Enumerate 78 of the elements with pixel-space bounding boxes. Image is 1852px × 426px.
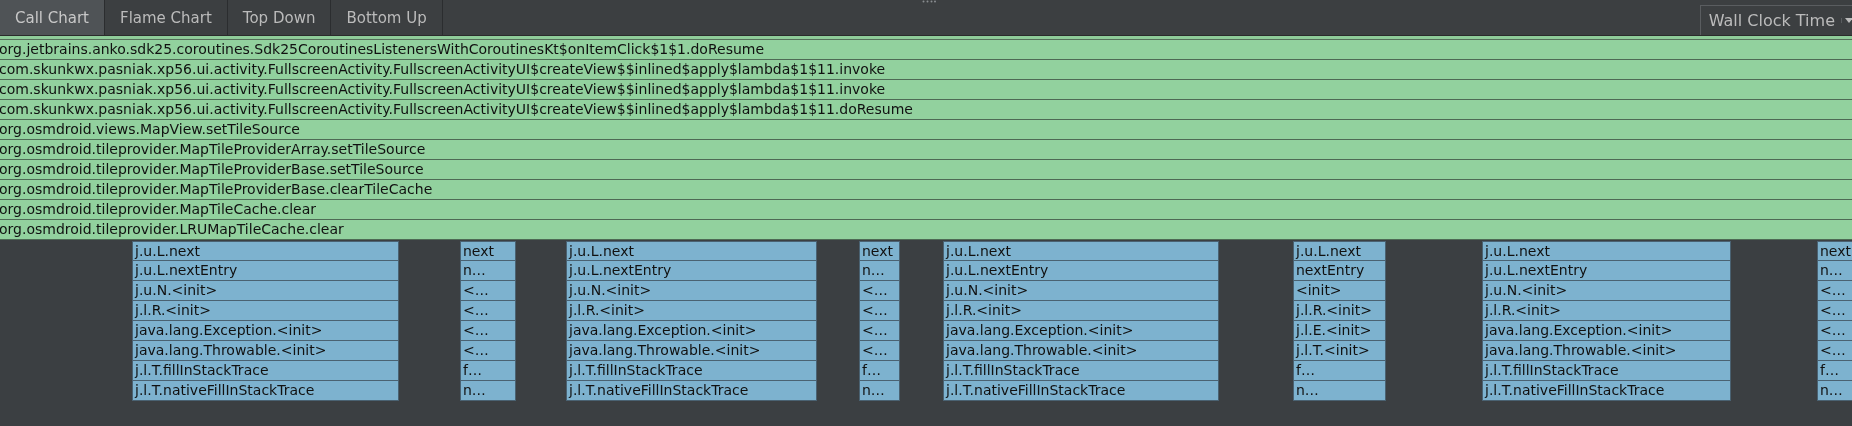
call-frame[interactable]: <… — [1817, 281, 1852, 301]
call-frame[interactable]: java.lang.Exception.<init> — [566, 321, 817, 341]
call-frame[interactable]: j.u.N.<init> — [1482, 281, 1731, 301]
call-frame[interactable]: j.u.N.<init> — [132, 281, 399, 301]
call-frame[interactable]: j.l.T.nativeFillInStackTrace — [943, 381, 1219, 401]
call-frame[interactable]: j.l.R.<init> — [1482, 301, 1731, 321]
call-frame[interactable]: <… — [460, 281, 516, 301]
call-frame[interactable]: com.skunkwx.pasniak.xp56.ui.activity.FullscreenActivity.FullscreenActivityUI$createView$$inlined$apply$lambda$1$11.invoke — [0, 60, 1852, 80]
call-frame[interactable]: java.lang.Exception.<init> — [1482, 321, 1731, 341]
call-frame[interactable]: j.u.N.<init> — [943, 281, 1219, 301]
call-frame[interactable]: org.jetbrains.anko.sdk25.coroutines.Sdk25CoroutinesListenersWithCoroutinesKt$onItemClick$1$1.doResume — [0, 40, 1852, 60]
call-frame[interactable]: <… — [460, 321, 516, 341]
call-frame[interactable]: j.u.L.next — [132, 241, 399, 261]
call-frame[interactable]: j.u.L.next — [566, 241, 817, 261]
call-frame[interactable]: n… — [460, 261, 516, 281]
call-frame[interactable]: java.lang.Throwable.<init> — [566, 341, 817, 361]
call-frame[interactable]: j.u.N.<init> — [566, 281, 817, 301]
call-frame[interactable]: org.osmdroid.tileprovider.MapTileProviderArray.setTileSource — [0, 140, 1852, 160]
grip-icon[interactable] — [922, 0, 936, 3]
call-frame[interactable]: j.u.L.nextEntry — [132, 261, 399, 281]
call-frame[interactable]: org.osmdroid.tileprovider.LRUMapTileCache.clear — [0, 220, 1852, 240]
call-frame[interactable]: j.l.R.<init> — [132, 301, 399, 321]
call-frame[interactable]: j.l.T.<init> — [1293, 341, 1386, 361]
call-frame[interactable]: f… — [460, 361, 516, 381]
call-frame[interactable]: j.u.L.nextEntry — [1482, 261, 1731, 281]
call-frame[interactable]: <… — [859, 341, 900, 361]
call-frame[interactable]: java.lang.Throwable.<init> — [943, 341, 1219, 361]
call-frame[interactable]: j.l.R.<init> — [1293, 301, 1386, 321]
call-frame[interactable]: j.l.R.<init> — [566, 301, 817, 321]
call-frame[interactable]: com.skunkwx.pasniak.xp56.ui.activity.FullscreenActivity.FullscreenActivityUI$createView$$inlined$apply$lambda$1$11.doResume — [0, 100, 1852, 120]
call-frame[interactable]: j.l.T.fillInStackTrace — [1482, 361, 1731, 381]
call-frame[interactable]: j.l.T.nativeFillInStackTrace — [1482, 381, 1731, 401]
call-frame[interactable]: <… — [1817, 321, 1852, 341]
clock-dropdown[interactable]: Wall Clock Time — [1699, 5, 1852, 35]
call-frame[interactable]: j.l.T.fillInStackTrace — [943, 361, 1219, 381]
call-frame[interactable]: j.l.R.<init> — [943, 301, 1219, 321]
call-frame[interactable]: java.lang.Throwable.<init> — [1482, 341, 1731, 361]
call-frame[interactable]: n… — [1293, 381, 1386, 401]
call-frame[interactable]: next — [460, 241, 516, 261]
call-frame[interactable]: j.l.E.<init> — [1293, 321, 1386, 341]
call-frame[interactable]: <… — [859, 321, 900, 341]
call-frame[interactable]: j.l.T.nativeFillInStackTrace — [566, 381, 817, 401]
call-frame[interactable]: <… — [1817, 341, 1852, 361]
call-frame[interactable]: com.skunkwx.pasniak.xp56.ui.activity.FullscreenActivity.FullscreenActivityUI$createView$$inlined$apply$lambda$1$11.invoke — [0, 80, 1852, 100]
call-frame[interactable]: org.osmdroid.views.MapView.setTileSource — [0, 120, 1852, 140]
call-frame[interactable]: org.osmdroid.tileprovider.MapTileProviderBase.clearTileCache — [0, 180, 1852, 200]
call-frame[interactable]: j.u.L.next — [1293, 241, 1386, 261]
call-frame[interactable]: n… — [1817, 261, 1852, 281]
call-frame[interactable]: <… — [460, 301, 516, 321]
call-frame[interactable]: java.lang.Exception.<init> — [132, 321, 399, 341]
call-frame[interactable]: java.lang.Throwable.<init> — [132, 341, 399, 361]
call-frame[interactable]: <… — [859, 301, 900, 321]
call-frame[interactable]: j.l.T.fillInStackTrace — [132, 361, 399, 381]
call-frame[interactable]: n… — [460, 381, 516, 401]
call-frame[interactable]: f… — [1817, 361, 1852, 381]
call-frame[interactable]: <… — [859, 281, 900, 301]
call-frame[interactable]: org.osmdroid.tileprovider.MapTileCache.clear — [0, 200, 1852, 220]
call-frame[interactable]: f… — [1293, 361, 1386, 381]
call-frame[interactable]: j.u.L.nextEntry — [566, 261, 817, 281]
call-frame[interactable]: n… — [859, 261, 900, 281]
call-frame[interactable]: n… — [1817, 381, 1852, 401]
call-frame[interactable]: j.u.L.nextEntry — [943, 261, 1219, 281]
call-frame[interactable]: <… — [1817, 301, 1852, 321]
call-frame[interactable]: nextEntry — [1293, 261, 1386, 281]
call-frame[interactable]: <… — [460, 341, 516, 361]
call-frame[interactable]: j.l.T.nativeFillInStackTrace — [132, 381, 399, 401]
call-frame[interactable]: org.osmdroid.tileprovider.MapTileProviderBase.setTileSource — [0, 160, 1852, 180]
call-frame[interactable]: f… — [859, 361, 900, 381]
call-frame[interactable]: next — [1817, 241, 1852, 261]
tab[interactable]: Call Chart — [0, 0, 105, 35]
call-frame[interactable]: n… — [859, 381, 900, 401]
call-frame[interactable]: <init> — [1293, 281, 1386, 301]
call-frame[interactable]: j.u.L.next — [1482, 241, 1731, 261]
caret-icon — [1841, 18, 1852, 23]
call-frame[interactable]: j.l.T.fillInStackTrace — [566, 361, 817, 381]
call-frame[interactable]: next — [859, 241, 900, 261]
call-frame[interactable]: j.u.L.next — [943, 241, 1219, 261]
call-frame[interactable]: java.lang.Exception.<init> — [943, 321, 1219, 341]
